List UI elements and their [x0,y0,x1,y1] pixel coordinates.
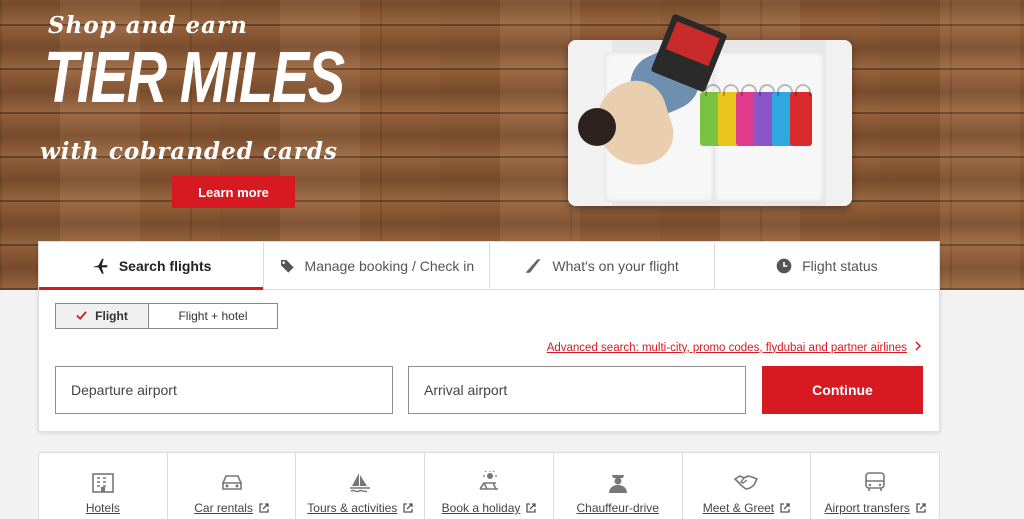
service-label: Airport transfers [824,501,926,515]
wing-icon [524,258,542,274]
trip-type-label: Flight [95,309,128,323]
tab-label: Manage booking / Check in [304,257,475,274]
service-hotels[interactable]: Hotels [39,453,168,519]
chevron-right-icon [915,341,922,354]
service-label: Tours & activities [307,501,413,515]
hero-tagline-bottom: with cobranded cards [40,138,338,165]
tab-manage-booking[interactable]: Manage booking / Check in [264,242,490,289]
sailboat-icon [347,471,373,493]
tab-label: What's on your flight [552,257,679,274]
bus-icon [862,471,888,493]
trip-type-flight[interactable]: Flight [56,304,149,328]
advanced-search-link[interactable]: Advanced search: multi-city, promo codes… [546,341,922,354]
external-link-icon [259,503,269,513]
service-label: Chauffeur-drive [576,501,659,515]
arrival-airport-input[interactable]: Arrival airport [408,366,746,414]
tab-label: Flight status [802,257,878,274]
continue-button[interactable]: Continue [762,366,923,414]
external-link-icon [780,503,790,513]
tag-icon [279,258,295,274]
car-icon [219,471,245,493]
service-label: Car rentals [194,501,269,515]
beach-chair-icon [476,471,502,493]
tab-whats-on-flight[interactable]: What's on your flight [490,242,715,289]
service-airport-transfers[interactable]: Airport transfers [811,453,939,519]
services-strip: Hotels Car rentals Tours & activities Bo… [38,452,940,519]
chauffeur-icon [605,471,631,493]
shopping-bags-image [700,84,820,148]
service-book-holiday[interactable]: Book a holiday [425,453,554,519]
hotel-icon [90,471,116,493]
departure-placeholder: Departure airport [71,382,177,398]
tab-flight-status[interactable]: Flight status [715,242,939,289]
departure-airport-input[interactable]: Departure airport [55,366,393,414]
clock-icon [776,258,792,274]
hero-headline: TIER MILES [44,38,345,118]
trip-type-toggle: Flight Flight + hotel [55,303,278,329]
external-link-icon [526,503,537,513]
service-label: Hotels [85,501,120,515]
tab-search-flights[interactable]: Search flights [39,242,265,290]
arrival-placeholder: Arrival airport [424,382,508,398]
service-chauffeur-drive[interactable]: Chauffeur-drive [554,453,683,519]
advanced-search-label: Advanced search: multi-city, promo codes… [546,341,907,354]
person-head [578,108,616,146]
service-tours-activities[interactable]: Tours & activities [296,453,426,519]
handshake-icon [733,471,759,493]
booking-tabs: Search flights Manage booking / Check in… [39,242,939,290]
service-car-rentals[interactable]: Car rentals [168,453,297,519]
learn-more-button[interactable]: Learn more [172,176,295,208]
airplane-icon [91,257,109,275]
service-label: Book a holiday [442,501,537,515]
external-link-icon [916,503,926,513]
external-link-icon [403,503,413,513]
search-panel: Search flights Manage booking / Check in… [38,241,940,432]
service-meet-greet[interactable]: Meet & Greet [683,453,812,519]
tab-label: Search flights [118,257,212,274]
check-icon [76,309,87,323]
trip-type-flight-hotel[interactable]: Flight + hotel [149,304,277,328]
service-label: Meet & Greet [703,501,790,515]
hero-tagline-top: Shop and earn [48,12,248,39]
trip-type-label: Flight + hotel [178,309,248,323]
